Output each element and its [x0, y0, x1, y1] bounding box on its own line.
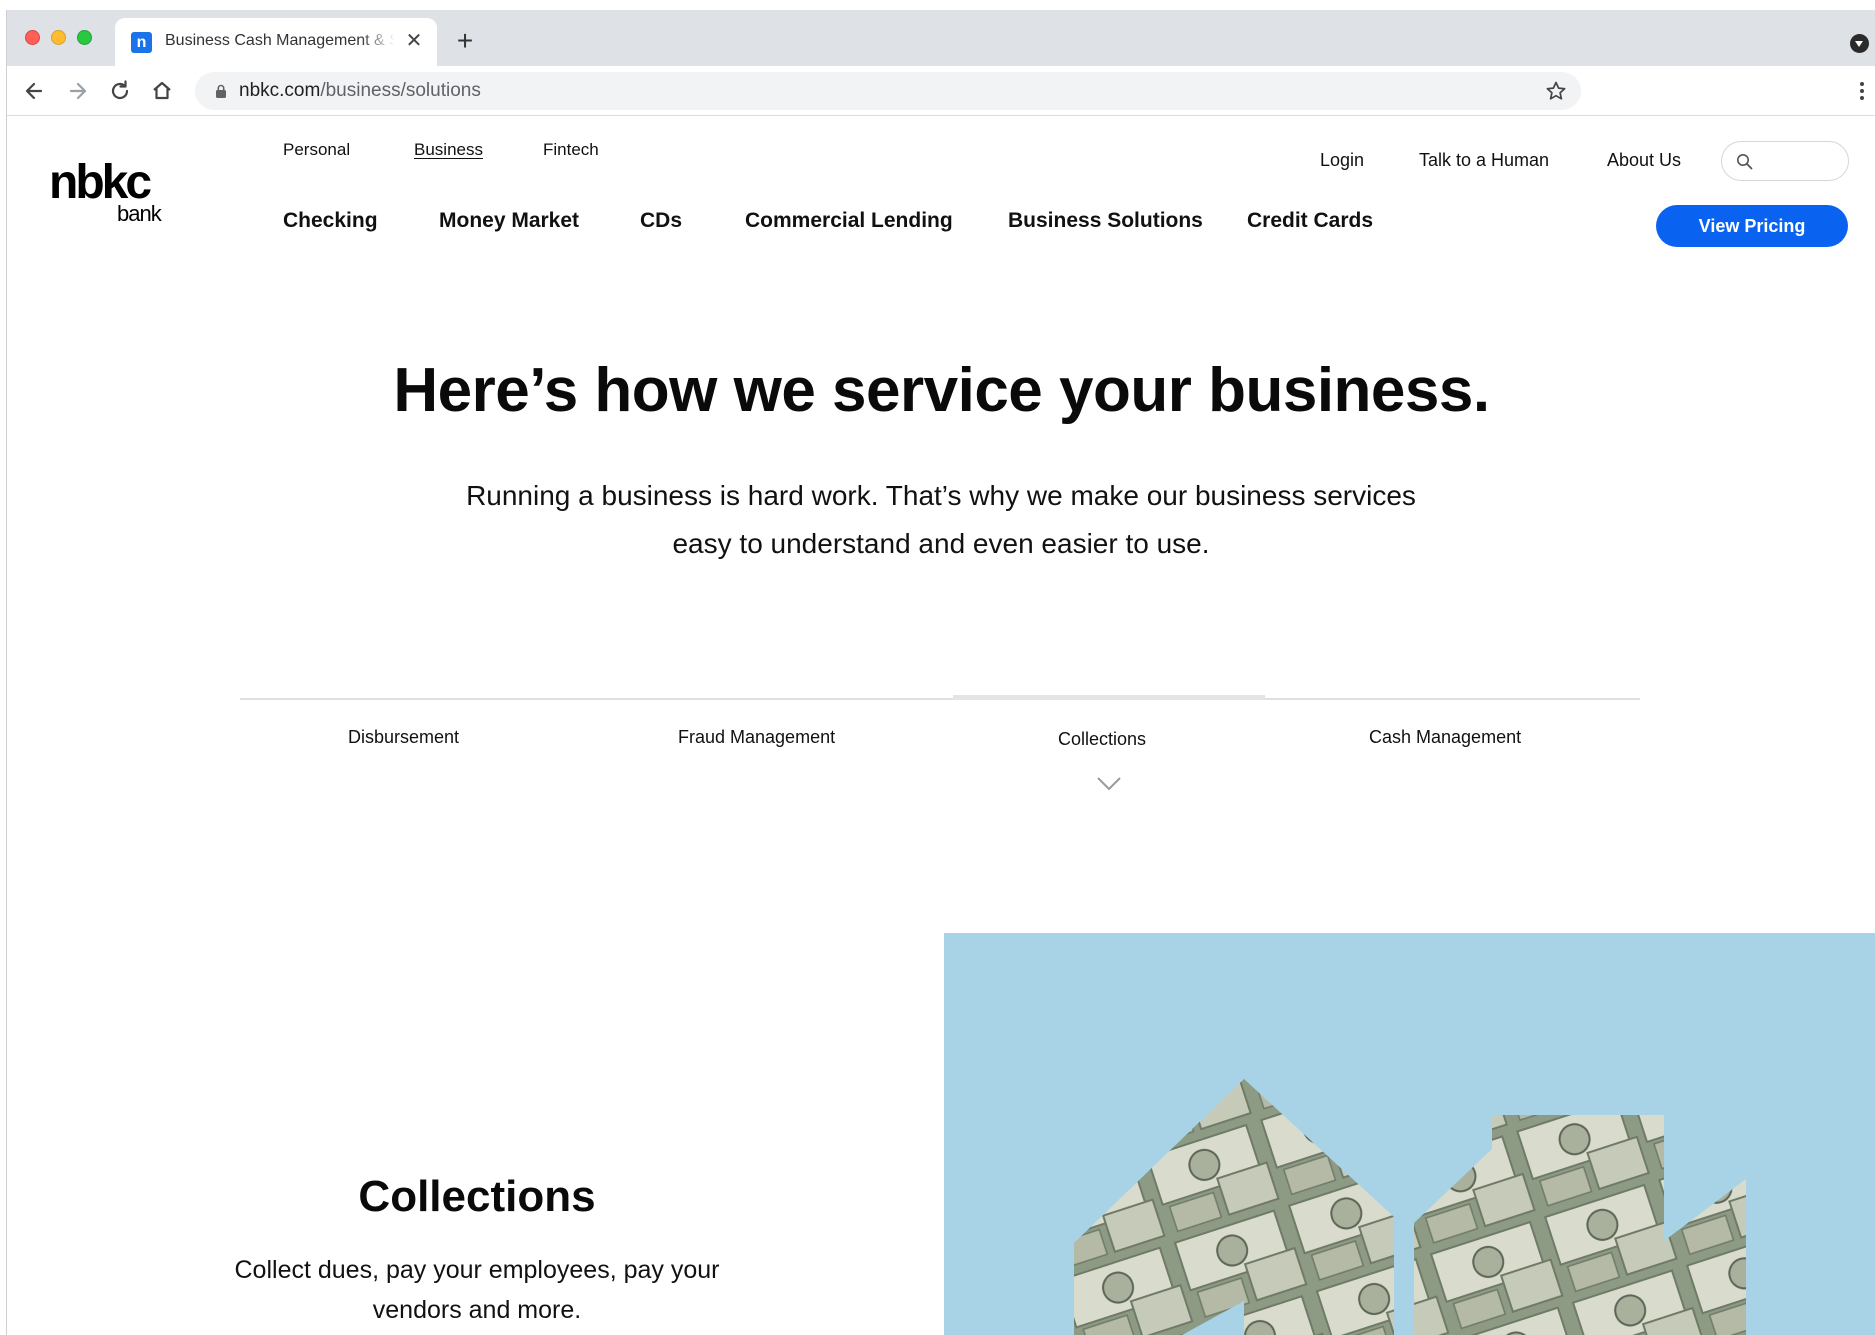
tab-cash-management[interactable]: Cash Management [1369, 727, 1521, 748]
browser-window: n Business Cash Management & Solutions |… [6, 10, 1875, 1335]
browser-tab[interactable]: n Business Cash Management & Solutions |… [115, 18, 437, 66]
url-domain: nbkc.com [239, 80, 321, 101]
tab-search-icon[interactable] [1850, 34, 1869, 53]
about-us-link[interactable]: About Us [1607, 150, 1681, 171]
hero-description-line-1: Running a business is hard work. That’s … [466, 480, 1416, 511]
tab-disbursement[interactable]: Disbursement [348, 727, 459, 748]
collections-heading: Collections [358, 1172, 596, 1221]
top-nav-business[interactable]: Business [414, 140, 483, 160]
login-link[interactable]: Login [1320, 150, 1364, 171]
dollar-bills-arrow-illustration [1074, 1079, 1746, 1335]
hero-description-line-2: easy to understand and even easier to us… [672, 528, 1210, 559]
tab-collections[interactable]: Collections [1058, 729, 1146, 750]
back-icon[interactable] [19, 76, 49, 106]
top-nav-personal[interactable]: Personal [283, 140, 350, 160]
lock-icon [216, 84, 226, 98]
hero-description: Running a business is hard work. That’s … [391, 472, 1491, 568]
browser-toolbar: nbkc.com/business/solutions [7, 66, 1875, 116]
home-icon[interactable] [147, 76, 177, 106]
top-nav-fintech[interactable]: Fintech [543, 140, 599, 160]
hero-title: Here’s how we service your business. [393, 356, 1490, 425]
collections-description: Collect dues, pay your employees, pay yo… [197, 1250, 757, 1330]
nav-cds[interactable]: CDs [640, 209, 682, 233]
url-text[interactable]: nbkc.com/business/solutions [239, 80, 481, 102]
web-page: nbkc bank Personal Business Fintech Logi… [7, 117, 1875, 1335]
solution-tab-active-indicator [953, 695, 1265, 700]
nav-checking[interactable]: Checking [283, 209, 378, 233]
browser-menu-icon[interactable] [1859, 81, 1865, 101]
address-bar[interactable]: nbkc.com/business/solutions [195, 72, 1581, 110]
new-tab-icon[interactable]: + [451, 27, 479, 56]
logo-subtext: bank [117, 201, 162, 226]
site-search-input[interactable] [1721, 141, 1849, 181]
left-arrow-shape [1074, 1079, 1394, 1335]
reload-icon[interactable] [105, 76, 135, 106]
tab-fraud-management[interactable]: Fraud Management [678, 727, 835, 748]
collections-description-line-1: Collect dues, pay your employees, pay yo… [234, 1256, 720, 1284]
nav-money-market[interactable]: Money Market [439, 209, 579, 233]
chevron-down-icon [1097, 777, 1121, 791]
collections-description-line-2: vendors and more. [372, 1296, 582, 1324]
talk-to-human-link[interactable]: Talk to a Human [1419, 150, 1549, 171]
search-icon [1737, 154, 1753, 170]
close-tab-icon[interactable]: ✕ [403, 30, 425, 52]
tab-bar: n Business Cash Management & Solutions |… [7, 10, 1875, 66]
forward-icon[interactable] [63, 76, 93, 106]
tab-title: Business Cash Management & Solutions | n… [165, 32, 395, 49]
right-arrow-shape [1414, 1115, 1746, 1335]
solution-tabs-divider [240, 698, 1640, 700]
url-path: /business/solutions [320, 80, 481, 101]
close-window-button[interactable] [25, 30, 40, 45]
money-arrows-image [944, 933, 1875, 1335]
nav-commercial-lending[interactable]: Commercial Lending [745, 209, 953, 233]
view-pricing-button[interactable]: View Pricing [1656, 205, 1848, 247]
maximize-window-button[interactable] [77, 30, 92, 45]
nav-credit-cards[interactable]: Credit Cards [1247, 209, 1373, 233]
minimize-window-button[interactable] [51, 30, 66, 45]
nbkc-logo[interactable]: nbkc bank [49, 157, 179, 229]
nbkc-favicon-icon: n [131, 32, 152, 53]
nav-business-solutions[interactable]: Business Solutions [1008, 209, 1203, 233]
bookmark-star-icon[interactable] [1545, 80, 1567, 102]
